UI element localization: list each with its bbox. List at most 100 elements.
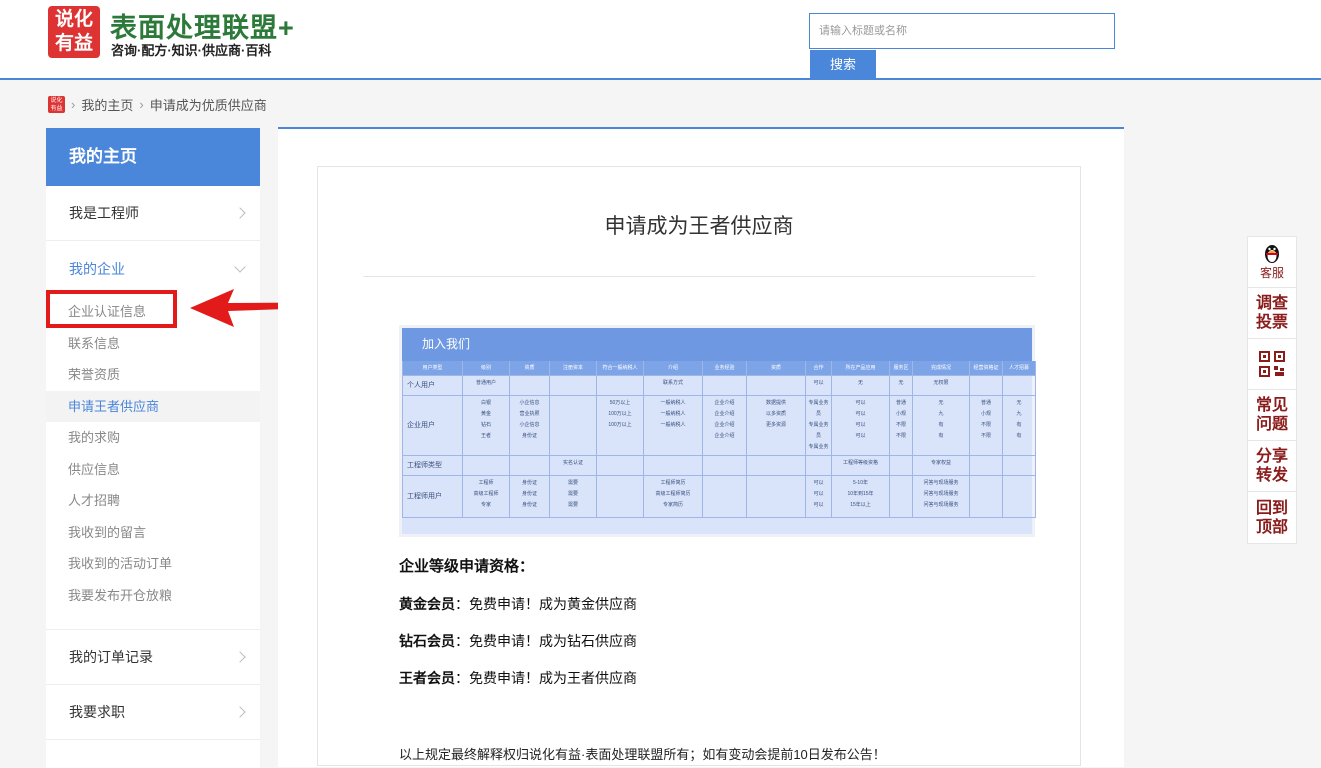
penguin-icon (1265, 244, 1279, 263)
table-cell: 问答与现场服务 问答与现场服务 问答与现场服务 (913, 476, 970, 518)
back-to-top-label: 回到顶部 (1255, 499, 1288, 536)
table-cell: 无 (890, 376, 913, 396)
table-cell: 无 九 有 有 (913, 396, 970, 456)
chevron-right-icon (234, 651, 246, 663)
logo-text: 说化有益 (54, 9, 93, 54)
table-cell: 白银 黄金 钻石 王者 (463, 396, 510, 456)
search-button[interactable]: 搜索 (810, 50, 876, 80)
survey-button[interactable]: 调查投票 (1248, 288, 1296, 339)
table-cell: 可以 可以 可以 可以 (832, 396, 890, 456)
share-button[interactable]: 分享转发 (1248, 441, 1296, 492)
table-grid: 用户类型 级别 资质 注册资本 符合一般纳税人 介绍 业务经验 资质 合作 所在产品应用 服务区 完成… (402, 361, 1036, 518)
table-cell: 50万以上 100万以上 100万以上 (597, 396, 644, 456)
table-cell (970, 476, 1003, 518)
breadcrumb-item-home[interactable]: 我的主页 (81, 95, 133, 114)
sidebar-item-jobs[interactable]: 我要求职 (46, 685, 260, 740)
customer-service-button[interactable]: 客服 (1248, 237, 1296, 288)
level-name: 钻石会员 (399, 633, 455, 649)
table-column-header: 完成情况 (913, 361, 970, 376)
table-column-header: 级别 (463, 361, 510, 376)
submenu-item[interactable]: 我的求购 (46, 422, 260, 454)
level-text: ：免费申请！成为黄金供应商 (455, 596, 637, 612)
highlight-annotation-box (46, 290, 177, 328)
title-divider (363, 276, 1035, 277)
site-header: 说化有益 表面处理联盟+ 咨询·配方·知识·供应商·百科 请输入标题或名称 搜索 (0, 0, 1321, 80)
survey-label: 调查投票 (1255, 295, 1288, 331)
page-title: 申请成为王者供应商 (604, 215, 794, 238)
table-cell: 实名认证 (550, 456, 597, 476)
customer-service-label: 客服 (1259, 265, 1284, 280)
level-text: ：免费申请！成为钻石供应商 (455, 633, 637, 649)
table-cell (703, 476, 747, 518)
table-cell (1003, 376, 1036, 396)
submenu-item[interactable]: 荣誉资质 (46, 359, 260, 391)
table-column-header: 介绍 (644, 361, 703, 376)
table-cell (747, 376, 806, 396)
table-cell: 数据提供 以多资质 更多资源 (747, 396, 806, 456)
sidebar-title[interactable]: 我的主页 (46, 128, 260, 186)
table-cell: 普通 小规 不限 不限 (890, 396, 913, 456)
table-row-type: 个人用户 (403, 376, 463, 396)
footnote: 以上规定最终解释权归说化有益·表面处理联盟所有；如有变动会提前10日发布公告！ (399, 747, 886, 762)
submenu-item[interactable]: 我要发布开仓放粮 (46, 580, 260, 612)
sidebar-item-orders[interactable]: 我的订单记录 (46, 630, 260, 685)
table-cell: 普通 小规 不限 不限 (970, 396, 1003, 456)
table-cell (644, 456, 703, 476)
table-cell: 无权限 (913, 376, 970, 396)
table-cell: 5-10年 10年到15年 15年以上 (832, 476, 890, 518)
table-cell: 可以 可以 可以 (806, 476, 832, 518)
breadcrumb-item-current: 申请成为优质供应商 (149, 97, 267, 113)
table-column-header: 经营资格证 (970, 361, 1003, 376)
submenu-item-active[interactable]: 申请王者供应商 (46, 390, 260, 422)
table-row-type: 工程师用户 (403, 476, 463, 518)
table-cell: 小企信息 营业执照 小企信息 身份证 (510, 396, 550, 456)
table-cell: 身份证 身份证 身份证 (510, 476, 550, 518)
qr-code-button[interactable] (1248, 339, 1296, 390)
chevron-right-icon: › (139, 96, 144, 112)
table-cell (1003, 476, 1036, 518)
table-cell: 需要 需要 需要 (550, 476, 597, 518)
sidebar-item-label: 我的订单记录 (69, 649, 153, 665)
table-cell (550, 396, 597, 456)
search-input[interactable]: 请输入标题或名称 (809, 13, 1115, 49)
level-name: 王者会员 (399, 670, 455, 686)
table-column-header: 人才招募 (1003, 361, 1036, 376)
join-us-table-image: 加入我们 用户类型 级别 资质 注册资本 符合一般纳税人 介绍 业务经验 资质 合作 所在产品应用… (399, 325, 1036, 537)
table-column-header: 所在产品应用 (832, 361, 890, 376)
table-cell (970, 456, 1003, 476)
table-cell (970, 376, 1003, 396)
level-text: ：免费申请！成为王者供应商 (455, 670, 637, 686)
table-cell (890, 456, 913, 476)
table-cell: 工程师简历 高级工程师简历 专家简历 (644, 476, 703, 518)
submenu-item[interactable]: 联系信息 (46, 328, 260, 360)
submenu-item[interactable]: 供应信息 (46, 454, 260, 486)
table-cell (1003, 456, 1036, 476)
home-icon[interactable]: 说化有益 (48, 95, 65, 113)
table-cell: 工程师等级资格 (832, 456, 890, 476)
table-cell (510, 456, 550, 476)
table-cell (806, 456, 832, 476)
qualification-title: 企业等级申请资格： (399, 559, 535, 575)
breadcrumb: 说化有益 › 我的主页 › 申请成为优质供应商 (48, 95, 267, 113)
logo-icon[interactable]: 说化有益 (48, 6, 100, 58)
table-column-header: 业务经验 (703, 361, 747, 376)
table-row-type: 工程师类型 (403, 456, 463, 476)
chevron-right-icon (234, 706, 246, 718)
table-cell (463, 456, 510, 476)
enterprise-submenu: 企业认证信息 联系信息 荣誉资质 申请王者供应商 我的求购 供应信息 人才招聘 … (46, 296, 260, 630)
submenu-item[interactable]: 我收到的留言 (46, 517, 260, 549)
floating-toolbar: 客服 调查投票 常见问题 分享转发 回到顶部 (1247, 236, 1297, 544)
table-cell (703, 456, 747, 476)
brand-subtitle: 咨询·配方·知识·供应商·百科 (111, 43, 272, 58)
submenu-item[interactable]: 我收到的活动订单 (46, 548, 260, 580)
table-cell (747, 456, 806, 476)
submenu-item[interactable]: 人才招聘 (46, 485, 260, 517)
table-column-header: 符合一般纳税人 (597, 361, 644, 376)
table-cell (597, 456, 644, 476)
back-to-top-button[interactable]: 回到顶部 (1248, 492, 1296, 543)
level-line-diamond: 钻石会员：免费申请！成为钻石供应商 (399, 631, 637, 651)
table-cell (890, 476, 913, 518)
table-cell: 无 (832, 376, 890, 396)
table-column-header: 合作 (806, 361, 832, 376)
faq-button[interactable]: 常见问题 (1248, 390, 1296, 441)
